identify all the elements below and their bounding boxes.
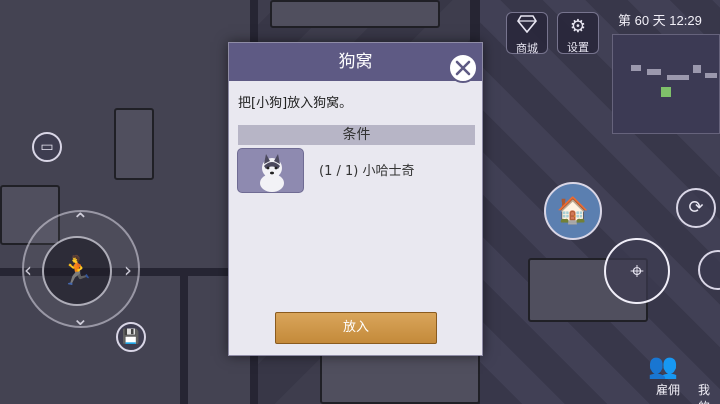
close-icon [455, 60, 471, 76]
requirement-name: 小哈士奇 [362, 164, 415, 179]
diamond-icon [507, 15, 547, 40]
place-in-button[interactable]: 放入 [275, 312, 437, 344]
save-icon[interactable]: 💾 [116, 322, 146, 352]
settings-button[interactable]: ⚙ 设置 [557, 12, 599, 54]
close-button[interactable] [448, 53, 478, 83]
dialog-title: 狗窝 [229, 43, 482, 81]
minimap-player-marker [661, 87, 671, 97]
husky-icon [260, 154, 284, 192]
refresh-icon[interactable]: ⟳ [676, 188, 716, 228]
minimap-room [631, 65, 641, 71]
dog-house-icon[interactable]: 🏠 [544, 182, 602, 240]
crosshair-icon[interactable]: ⌖ [604, 238, 670, 304]
requirement-text: (1 / 1) 小哈士奇 [319, 160, 415, 179]
bed-icon[interactable]: ▭ [32, 132, 62, 162]
dog-house-dialog: 狗窝 把[小狗]放入狗窝。 条件 (1 / 1) 小哈士奇 放入 [228, 42, 483, 356]
hire-label[interactable]: 雇佣 [656, 381, 680, 398]
people-icon[interactable]: 👥 [648, 352, 678, 380]
minimap-room [667, 75, 689, 80]
arrow-down-icon: ⌄ [72, 306, 89, 330]
arrow-up-icon: ⌃ [72, 208, 89, 232]
minimap-room [705, 73, 717, 78]
day-time-readout: 第 60 天 12:29 [618, 13, 702, 28]
gear-icon: ⚙ [569, 16, 587, 37]
mine-label[interactable]: 我的 [698, 381, 720, 404]
arrow-right-icon: › [124, 258, 132, 282]
husky-item-tile [237, 148, 304, 193]
minimap[interactable] [612, 34, 720, 134]
minimap-room [693, 65, 701, 73]
shop-button[interactable]: 商城 [506, 12, 548, 55]
dialog-description: 把[小狗]放入狗窝。 [238, 96, 353, 111]
arrow-left-icon: ‹ [24, 258, 32, 282]
minimap-room [647, 69, 661, 75]
running-man-icon[interactable]: 🏃 [42, 236, 112, 306]
requirement-count: (1 / 1) [319, 164, 359, 179]
settings-label: 设置 [567, 41, 589, 54]
shop-label: 商城 [516, 42, 538, 55]
requirements-header: 条件 [238, 125, 475, 145]
